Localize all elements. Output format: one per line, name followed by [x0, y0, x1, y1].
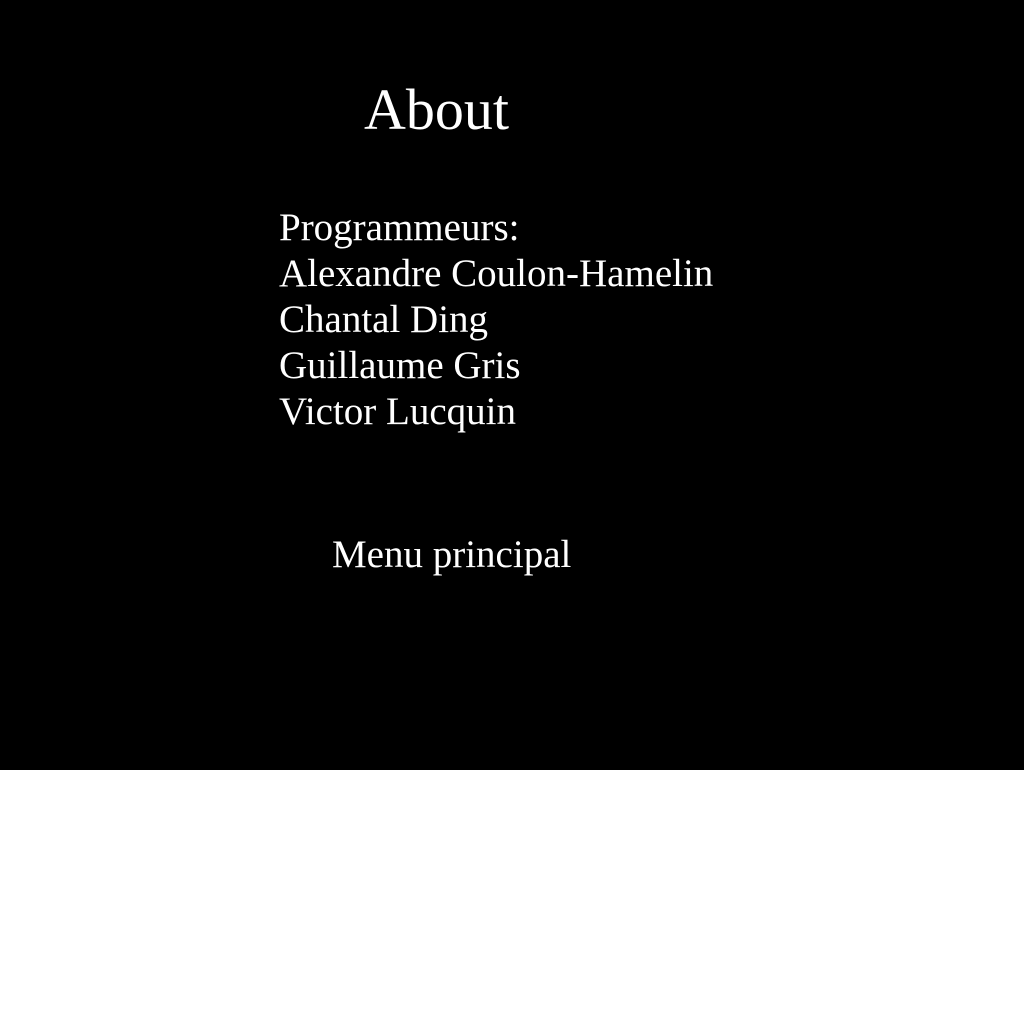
- main-menu-button[interactable]: Menu principal: [332, 532, 571, 578]
- programmer-name: Victor Lucquin: [279, 390, 517, 433]
- programmer-name: Chantal Ding: [279, 298, 489, 341]
- programmer-name: Alexandre Coulon-Hamelin: [279, 252, 714, 295]
- credits-heading: Programmeurs:: [279, 206, 520, 249]
- page-title: About: [364, 77, 509, 142]
- about-screen: About Programmeurs: Alexandre Coulon-Ham…: [0, 0, 1024, 770]
- credits-list: Programmeurs: Alexandre Coulon-Hamelin C…: [279, 205, 713, 435]
- programmer-name: Guillaume Gris: [279, 344, 521, 387]
